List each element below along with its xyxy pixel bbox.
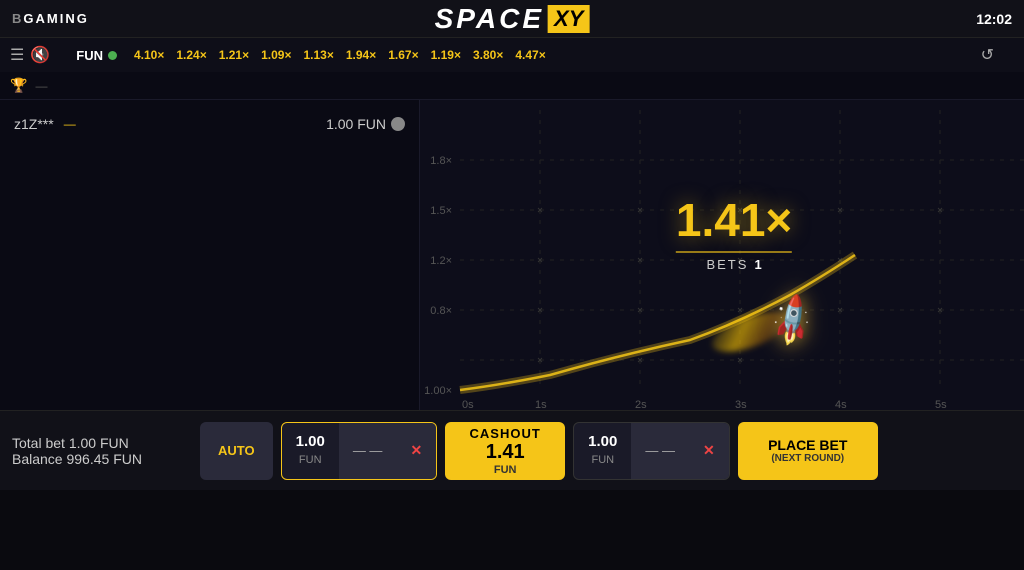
mult-9[interactable]: 3.80× (468, 46, 508, 64)
total-bet-amount: 1.00 FUN (69, 435, 129, 451)
svg-text:4s: 4s (835, 399, 847, 410)
sub-header: ☰ 🔇 FUN 4.10× 1.24× 1.21× 1.09× 1.13× 1.… (0, 38, 1024, 72)
multiplier-display: 1.41× BETS 1 (676, 193, 792, 272)
fun-label: FUN (76, 48, 103, 63)
place-bet-sub: (NEXT ROUND) (750, 453, 866, 464)
bet-amount-display: 1.00 FUN (326, 116, 386, 132)
svg-text:1s: 1s (535, 399, 547, 410)
trophy-bar: 🏆 — (0, 72, 1024, 100)
mult-4[interactable]: 1.09× (256, 46, 296, 64)
place-bet-button[interactable]: PLACE BET (NEXT ROUND) (738, 422, 878, 480)
mult-2[interactable]: 1.24× (171, 46, 211, 64)
bets-count: 1 (754, 257, 761, 272)
cashout-button[interactable]: CASHOUT 1.41 FUN (445, 422, 565, 480)
cashout-label: CASHOUT (459, 426, 551, 441)
svg-text:1.2×: 1.2× (430, 255, 452, 267)
bet-amount-2: 1.00 (588, 433, 617, 450)
header: BGAMING SPACE XY 12:02 (0, 0, 1024, 38)
svg-text:1.8×: 1.8× (430, 155, 452, 167)
bet-dash-btn-1[interactable]: — — (339, 423, 397, 479)
total-info: Total bet 1.00 FUN Balance 996.45 FUN (12, 435, 192, 467)
svg-text:1.5×: 1.5× (430, 205, 452, 217)
main-area: z1Z*** — 1.00 FUN (0, 100, 1024, 410)
place-bet-label: PLACE BET (750, 437, 866, 453)
bet-currency-1: FUN (299, 454, 322, 466)
bet-dash-btn-2[interactable]: — — (631, 423, 689, 479)
game-title: SPACE XY (435, 3, 590, 35)
bet-panel-2: 1.00 FUN — — ✕ (573, 422, 730, 480)
svg-text:2s: 2s (635, 399, 647, 410)
balance-label: Balance (12, 451, 66, 467)
player-bet: 1.00 FUN (326, 116, 405, 132)
bet-value-box-2: 1.00 FUN (574, 433, 631, 468)
mult-5[interactable]: 1.13× (298, 46, 338, 64)
mult-1[interactable]: 4.10× (129, 46, 169, 64)
mult-7[interactable]: 1.67× (383, 46, 423, 64)
sound-icon[interactable]: 🔇 (30, 45, 50, 65)
bet-panel-1: 1.00 FUN — — ✕ (281, 422, 438, 480)
player-row-dash: — (64, 117, 76, 131)
mult-3[interactable]: 1.21× (214, 46, 254, 64)
player-row: z1Z*** — 1.00 FUN (10, 110, 409, 138)
menu-icon[interactable]: ☰ (10, 45, 24, 65)
svg-text:3s: 3s (735, 399, 747, 410)
multiplier-bar: FUN 4.10× 1.24× 1.21× 1.09× 1.13× 1.94× … (56, 45, 1014, 65)
bet-value-box-1: 1.00 FUN (282, 433, 339, 468)
svg-text:0.8×: 0.8× (430, 305, 452, 317)
bet-coin-icon (391, 117, 405, 131)
total-bet-label: Total bet (12, 435, 69, 451)
balance-amount: 996.45 FUN (66, 451, 141, 467)
svg-text:1.00×: 1.00× (424, 385, 452, 397)
balance-line: Balance 996.45 FUN (12, 451, 192, 467)
total-bet-line: Total bet 1.00 FUN (12, 435, 192, 451)
bet-amount-1: 1.00 (296, 433, 325, 450)
trophy-dash: — (35, 79, 47, 93)
auto-button[interactable]: AUTO (200, 422, 273, 480)
bet-currency-2: FUN (591, 454, 614, 466)
history-icon[interactable]: ↺ (981, 45, 994, 65)
logo: BGAMING (12, 11, 89, 26)
mult-10[interactable]: 4.47× (510, 46, 550, 64)
player-name: z1Z*** (14, 116, 54, 132)
fun-badge: FUN (76, 48, 117, 63)
current-multiplier: 1.41× (676, 193, 792, 247)
mult-divider (676, 251, 792, 253)
svg-text:5s: 5s (935, 399, 947, 410)
bet-x-btn-1[interactable]: ✕ (396, 423, 436, 479)
cashout-mult: 1.41 (459, 441, 551, 464)
bottom-bar: Total bet 1.00 FUN Balance 996.45 FUN AU… (0, 410, 1024, 490)
rocket: 🚀 (770, 300, 815, 342)
mult-6[interactable]: 1.94× (341, 46, 381, 64)
title-space: SPACE (435, 3, 544, 35)
fun-status-dot (108, 51, 117, 60)
left-panel: z1Z*** — 1.00 FUN (0, 100, 420, 410)
bets-label: BETS (706, 257, 748, 272)
bet-x-btn-2[interactable]: ✕ (689, 423, 729, 479)
svg-text:0s: 0s (462, 399, 474, 410)
title-xy: XY (548, 5, 589, 33)
mult-8[interactable]: 1.19× (426, 46, 466, 64)
clock: 12:02 (976, 11, 1012, 27)
game-area: 1.8× 1.5× 1.2× 0.8× 1.00× 0s 1s 2s 3s 4s… (420, 100, 1024, 410)
trophy-icon: 🏆 (10, 77, 27, 94)
cashout-currency: FUN (459, 464, 551, 476)
